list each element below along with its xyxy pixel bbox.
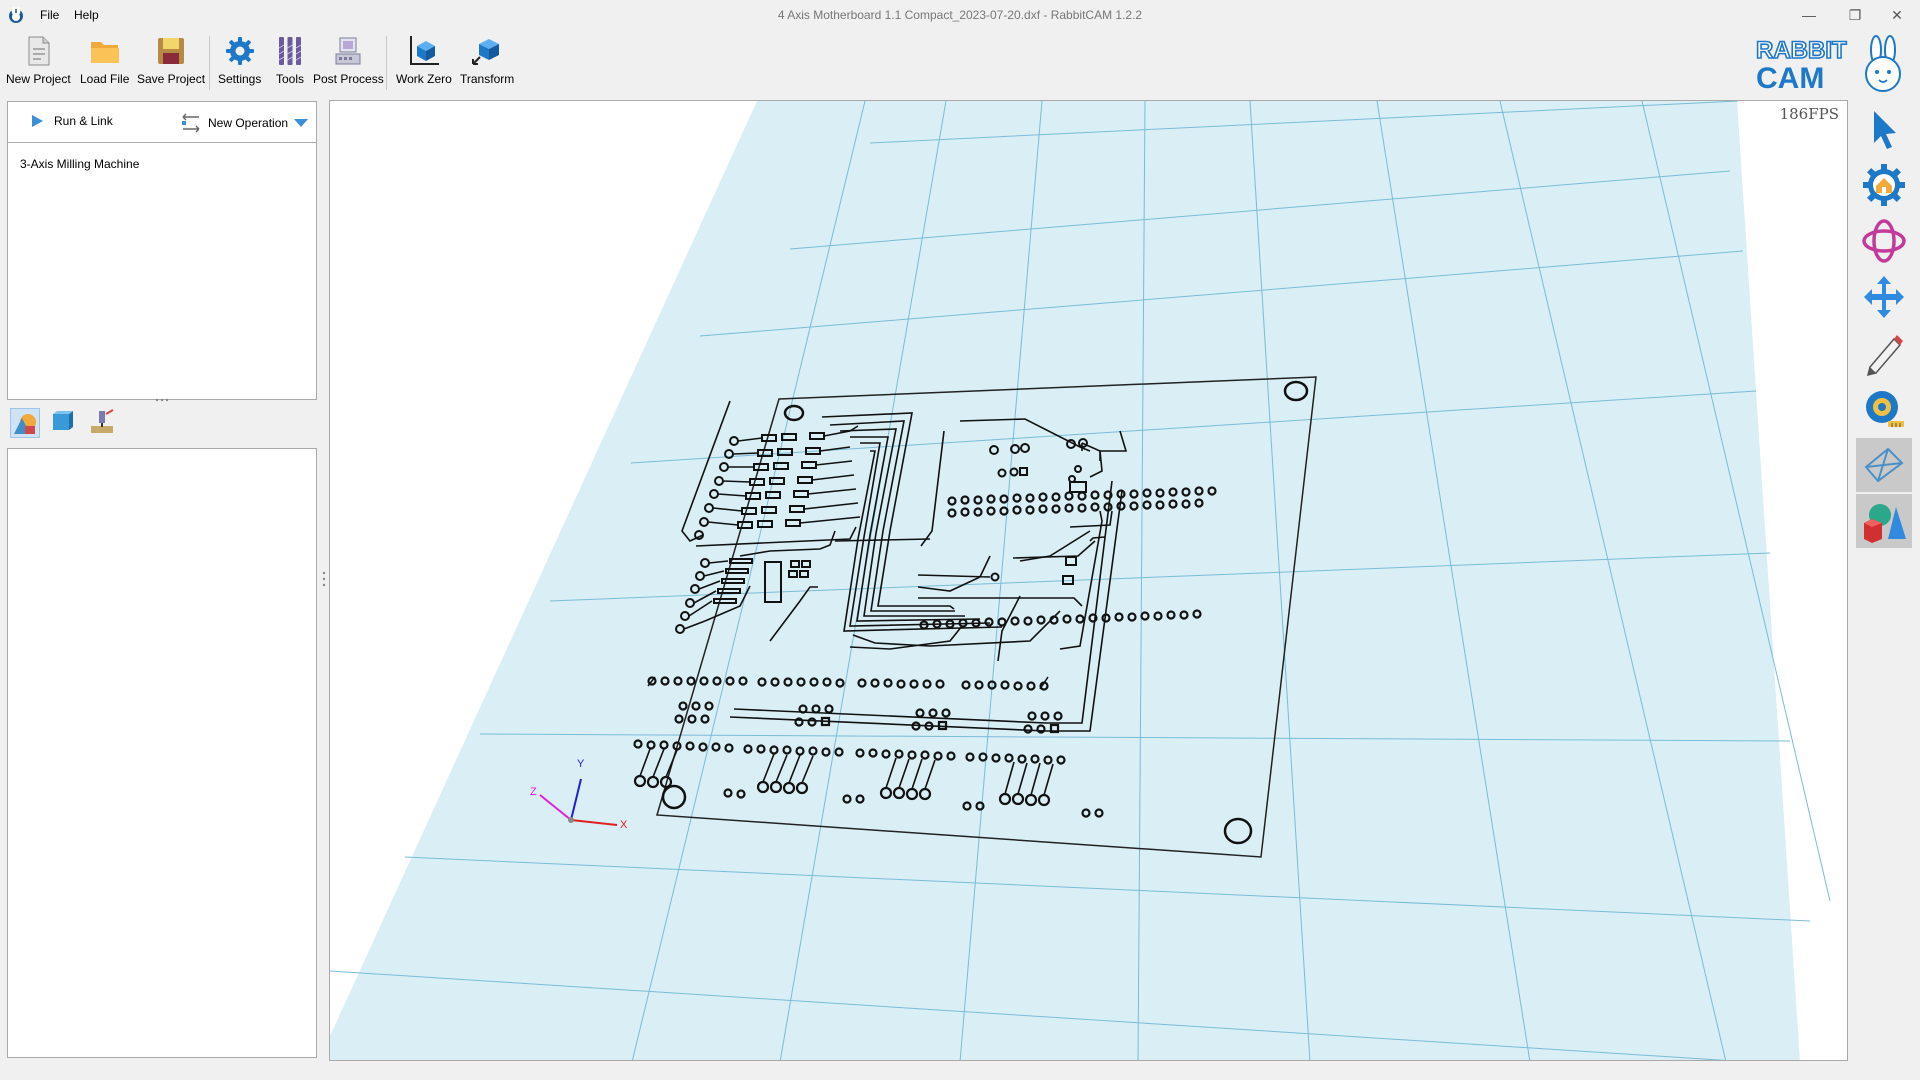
chevron-down-icon: [294, 119, 309, 127]
work-zero-label: Work Zero: [396, 72, 452, 86]
new-operation-button[interactable]: New Operation: [180, 112, 309, 134]
wireframe-icon: [1864, 447, 1904, 483]
window-title: 4 Axis Motherboard 1.1 Compact_2023-07-2…: [777, 8, 1143, 22]
toolpath-cube-icon: [53, 411, 73, 430]
close-button[interactable]: ✕: [1874, 0, 1920, 30]
properties-panel: [7, 448, 317, 1058]
post-process-machine-icon: [335, 37, 361, 65]
measure-tool-button[interactable]: [1856, 382, 1912, 436]
work-zero-cube-icon: [409, 36, 439, 65]
transform-label: Transform: [460, 72, 515, 86]
axis-x-label: X: [620, 819, 628, 831]
minimize-button[interactable]: —: [1786, 0, 1832, 30]
sketch-pencil-icon: [1866, 335, 1903, 377]
measure-tape-icon: [1866, 391, 1904, 427]
post-process-label: Post Process: [313, 72, 384, 86]
load-file-button[interactable]: Load File: [80, 34, 129, 92]
tab-toolpaths[interactable]: [48, 408, 78, 438]
splitter-grip-icon[interactable]: [155, 398, 169, 402]
tab-simulation[interactable]: [88, 408, 118, 438]
load-file-label: Load File: [80, 72, 130, 86]
folder-icon: [90, 42, 119, 63]
transform-cube-icon: [472, 39, 500, 65]
simulation-mill-icon: [91, 409, 114, 433]
toolbar-separator: [386, 36, 387, 90]
logo-line2: CAM: [1756, 62, 1824, 94]
wireframe-view-button[interactable]: [1856, 438, 1912, 492]
axis-z-label: Z: [530, 786, 537, 798]
operation-flow-icon: [182, 113, 200, 133]
tools-label: Tools: [275, 72, 304, 86]
select-arrow-icon: [1874, 111, 1896, 149]
post-process-button[interactable]: Post Process: [313, 34, 384, 92]
save-disk-icon: [158, 38, 185, 64]
new-operation-label: New Operation: [208, 116, 289, 130]
new-project-button[interactable]: New Project: [6, 34, 71, 92]
pan-icon: [1864, 276, 1904, 318]
operations-panel: [7, 101, 317, 400]
home-view-button[interactable]: [1856, 158, 1912, 212]
play-icon: [32, 115, 43, 127]
menu-file[interactable]: File: [40, 8, 59, 22]
shapes-icon: [14, 414, 36, 434]
axis-y-label: Y: [577, 758, 585, 770]
sketch-tool-button[interactable]: [1856, 326, 1912, 380]
solid-shapes-icon: [1864, 504, 1906, 543]
operations-header: Run & Link New Operation: [8, 102, 316, 143]
gear-icon: [225, 37, 254, 65]
toolbar-separator: [209, 36, 210, 90]
logo-line1: RABBIT: [1756, 37, 1847, 64]
3d-viewport[interactable]: X Y Z 186FPS: [329, 100, 1848, 1061]
run-link-label: Run & Link: [54, 114, 113, 128]
settings-label: Settings: [218, 72, 262, 86]
end-mill-tools-icon: [278, 37, 302, 65]
restore-button[interactable]: ❐: [1832, 0, 1878, 30]
app-logo-icon: [9, 7, 23, 23]
transform-button[interactable]: Transform: [460, 34, 514, 92]
tools-button[interactable]: Tools: [273, 34, 307, 92]
vertical-splitter-icon[interactable]: [322, 570, 326, 588]
tab-shapes[interactable]: [10, 408, 40, 438]
orbit-icon: [1862, 219, 1906, 263]
work-zero-button[interactable]: Work Zero: [396, 34, 452, 92]
home-view-icon: [1863, 164, 1905, 206]
run-link-button[interactable]: Run & Link: [30, 114, 113, 128]
rabbit-mascot-icon: [1865, 35, 1901, 92]
settings-button[interactable]: Settings: [218, 34, 261, 92]
select-tool-button[interactable]: [1856, 102, 1912, 156]
orbit-view-button[interactable]: [1856, 214, 1912, 268]
new-document-icon: [28, 36, 50, 66]
viewport-canvas[interactable]: X Y Z: [330, 101, 1848, 1061]
save-project-button[interactable]: Save Project: [137, 34, 205, 92]
menu-help[interactable]: Help: [74, 8, 99, 22]
save-project-label: Save Project: [137, 72, 206, 86]
new-project-label: New Project: [6, 72, 71, 86]
title-bar: File Help 4 Axis Motherboard 1.1 Compact…: [0, 0, 1920, 30]
solid-view-button[interactable]: [1856, 494, 1912, 548]
rabbitcam-logo: RABBIT CAM: [1755, 35, 1901, 94]
fps-counter: 186FPS: [1779, 105, 1839, 123]
pan-view-button[interactable]: [1856, 270, 1912, 324]
operation-tree-item[interactable]: 3-Axis Milling Machine: [20, 157, 139, 171]
